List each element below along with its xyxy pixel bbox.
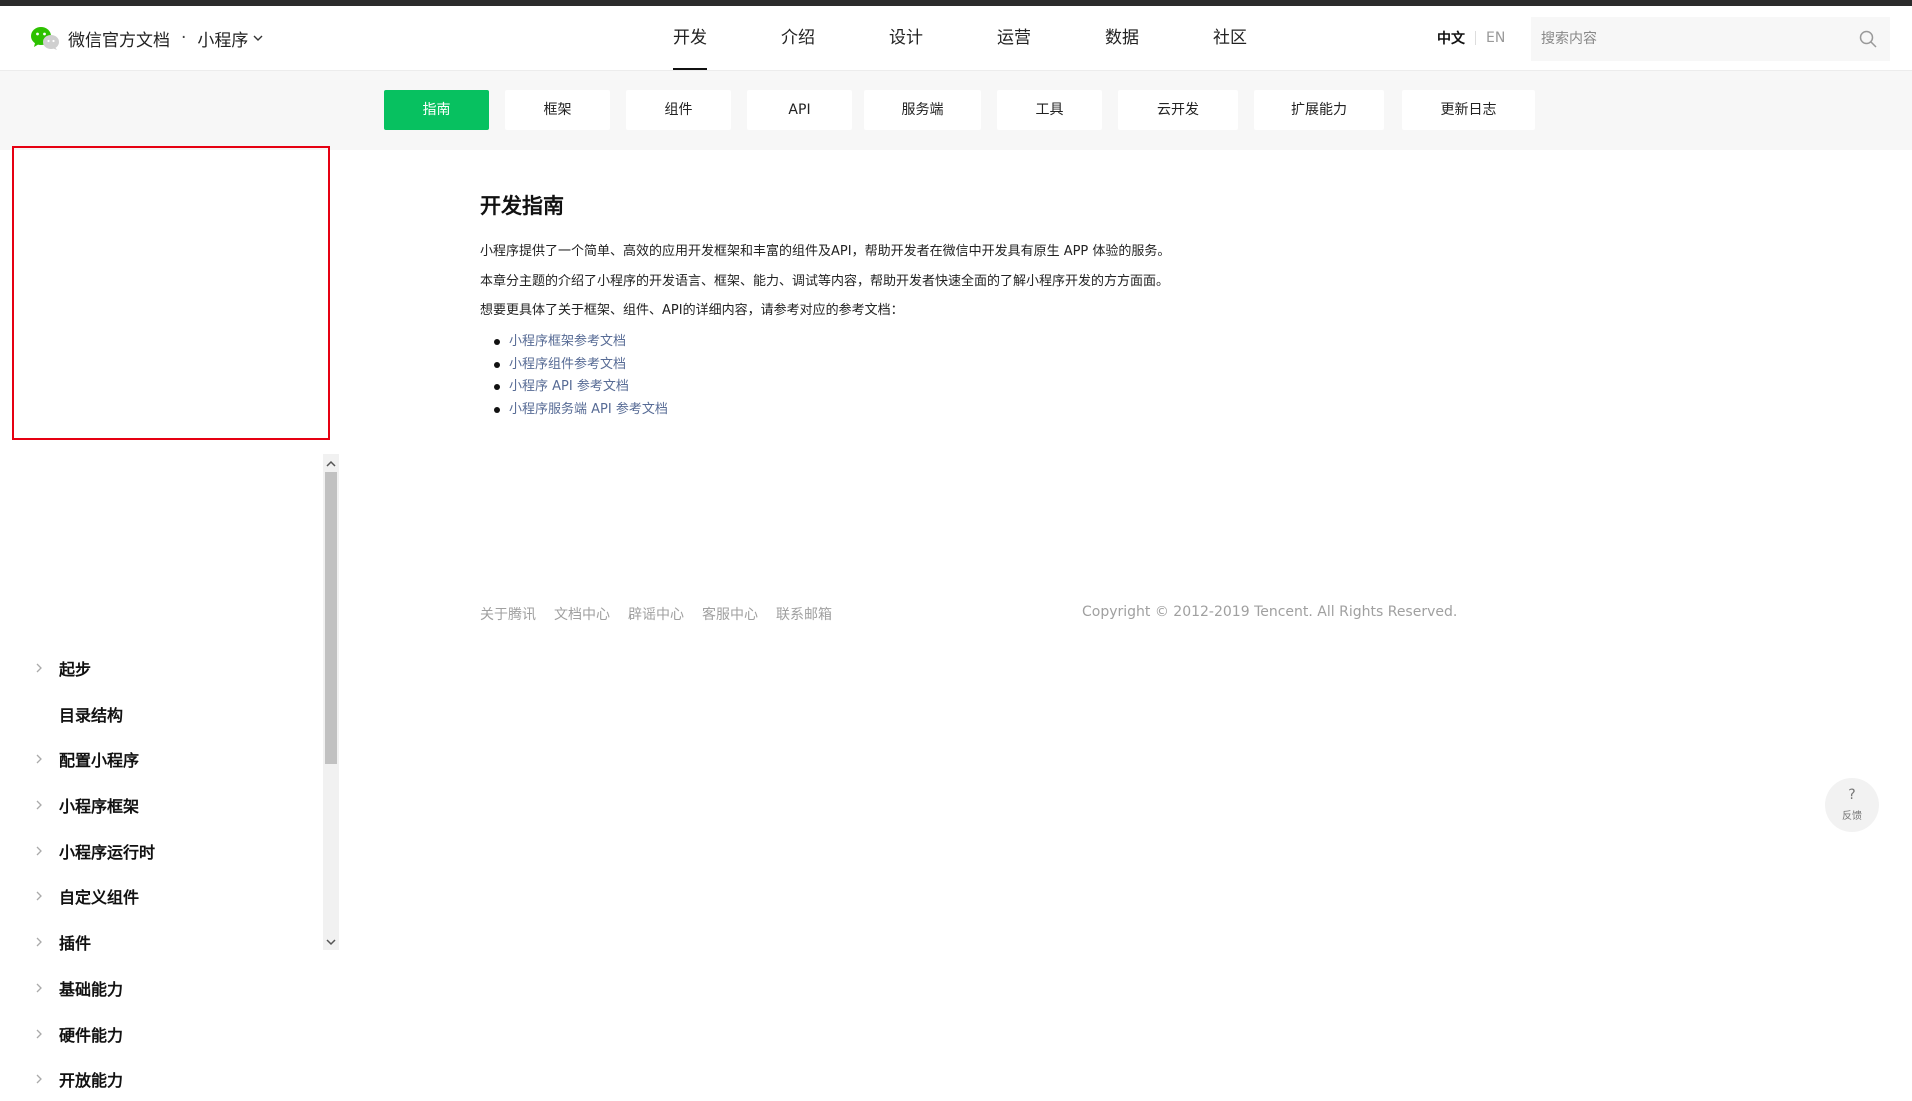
lang-en[interactable]: EN	[1486, 30, 1505, 46]
list-item: 小程序服务端 API 参考文档	[494, 399, 668, 422]
lang-divider	[1475, 31, 1476, 45]
scroll-thumb[interactable]	[325, 472, 337, 764]
footer-link-docs[interactable]: 文档中心	[554, 604, 610, 624]
link-api-docs[interactable]: 小程序 API 参考文档	[509, 379, 629, 394]
sidebar-item-label: 配置小程序	[59, 750, 140, 770]
language-switch: 中文 EN	[1437, 28, 1505, 48]
link-server-api-docs[interactable]: 小程序服务端 API 参考文档	[509, 402, 668, 417]
subnav-tools[interactable]: 工具	[997, 90, 1102, 130]
list-item: 小程序框架参考文档	[494, 331, 668, 354]
sidebar-item-label: 起步	[59, 659, 92, 679]
product-switcher[interactable]: 小程序	[197, 26, 264, 51]
subnav-extensions[interactable]: 扩展能力	[1254, 90, 1384, 130]
question-icon: ?	[1848, 787, 1856, 803]
nav-item-operation[interactable]: 运营	[997, 6, 1031, 70]
chevron-right-icon	[36, 754, 42, 764]
sidebar-item-label: 硬件能力	[59, 1025, 124, 1045]
copyright: Copyright © 2012-2019 Tencent. All Right…	[1082, 604, 1458, 620]
footer: 关于腾讯 文档中心 辟谣中心 客服中心 联系邮箱 Copyright © 201…	[480, 604, 1457, 624]
sidebar-item-framework[interactable]: 小程序框架	[0, 782, 322, 827]
footer-link-about[interactable]: 关于腾讯	[480, 604, 536, 624]
intro-paragraph-3: 想要更具体了关于框架、组件、API的详细内容，请参考对应的参考文档：	[480, 303, 904, 318]
feedback-label: 反馈	[1842, 811, 1862, 822]
reference-links: 小程序框架参考文档 小程序组件参考文档 小程序 API 参考文档 小程序服务端 …	[494, 331, 668, 421]
sidebar-item-configuration[interactable]: 配置小程序	[0, 736, 322, 781]
subnav-api[interactable]: API	[747, 90, 852, 130]
chevron-right-icon	[36, 663, 42, 673]
brand-separator: ·	[181, 28, 187, 48]
sidebar-item-label: 基础能力	[59, 979, 124, 999]
nav-item-community[interactable]: 社区	[1213, 6, 1247, 70]
nav-item-develop[interactable]: 开发	[673, 6, 707, 70]
nav-item-design[interactable]: 设计	[889, 6, 923, 70]
nav-item-data[interactable]: 数据	[1105, 6, 1139, 70]
sidebar-item-label: 小程序框架	[59, 796, 140, 816]
highlight-box	[12, 146, 330, 440]
subnav-server[interactable]: 服务端	[864, 90, 981, 130]
nav-item-intro[interactable]: 介绍	[781, 6, 815, 70]
subnav-components[interactable]: 组件	[626, 90, 731, 130]
sub-nav: 指南 框架 组件 API 服务端 工具 云开发 扩展能力 更新日志	[0, 71, 1912, 150]
footer-link-support[interactable]: 客服中心	[702, 604, 758, 624]
search-icon[interactable]	[1858, 29, 1878, 49]
chevron-right-icon	[36, 891, 42, 901]
subnav-guide[interactable]: 指南	[384, 90, 489, 130]
product-switcher-label: 小程序	[197, 30, 249, 51]
sidebar-item-label: 自定义组件	[59, 887, 140, 907]
sidebar-item-open-capabilities[interactable]: 开放能力	[0, 1056, 322, 1101]
brand-title: 微信官方文档	[68, 30, 170, 51]
footer-link-email[interactable]: 联系邮箱	[776, 604, 832, 624]
intro-paragraph-2: 本章分主题的介绍了小程序的开发语言、框架、能力、调试等内容，帮助开发者快速全面的…	[480, 274, 1170, 289]
search-box	[1531, 17, 1890, 61]
chevron-right-icon	[36, 1074, 42, 1084]
sidebar-item-plugins[interactable]: 插件	[0, 919, 322, 964]
link-component-docs[interactable]: 小程序组件参考文档	[509, 357, 626, 372]
page-title: 开发指南	[480, 194, 564, 218]
scroll-up-icon[interactable]	[323, 456, 339, 472]
subnav-changelog[interactable]: 更新日志	[1402, 90, 1535, 130]
link-framework-docs[interactable]: 小程序框架参考文档	[509, 334, 626, 349]
search-input[interactable]	[1531, 17, 1861, 61]
subnav-cloud[interactable]: 云开发	[1118, 90, 1238, 130]
chevron-down-icon	[253, 35, 263, 41]
sidebar-item-hardware[interactable]: 硬件能力	[0, 1011, 322, 1056]
sidebar-item-custom-components[interactable]: 自定义组件	[0, 873, 322, 918]
chevron-right-icon	[36, 937, 42, 947]
footer-link-rumor[interactable]: 辟谣中心	[628, 604, 684, 624]
sidebar-item-directory-structure[interactable]: 目录结构	[0, 691, 322, 736]
list-item: 小程序 API 参考文档	[494, 376, 668, 399]
intro-paragraph-1: 小程序提供了一个简单、高效的应用开发框架和丰富的组件及API，帮助开发者在微信中…	[480, 244, 1171, 259]
list-item: 小程序组件参考文档	[494, 354, 668, 377]
brand[interactable]: 微信官方文档 · 小程序	[30, 25, 264, 51]
sidebar-item-runtime[interactable]: 小程序运行时	[0, 828, 322, 873]
subnav-framework[interactable]: 框架	[505, 90, 610, 130]
top-header: 微信官方文档 · 小程序 开发 介绍 设计 运营 数据 社区 中文 EN	[0, 6, 1912, 71]
chevron-right-icon	[36, 983, 42, 993]
sidebar-item-label: 开放能力	[59, 1070, 124, 1090]
sidebar-item-label: 目录结构	[59, 705, 124, 725]
wechat-logo-icon	[31, 27, 59, 50]
sidebar-item-label: 小程序运行时	[59, 842, 156, 862]
feedback-button[interactable]: ? 反馈	[1825, 778, 1879, 832]
scroll-down-icon[interactable]	[323, 934, 339, 950]
chevron-right-icon	[36, 1029, 42, 1039]
sidebar-item-getting-started[interactable]: 起步	[0, 645, 322, 690]
sidebar-scrollbar[interactable]	[323, 454, 339, 950]
sidebar-item-basic-capabilities[interactable]: 基础能力	[0, 965, 322, 1010]
chevron-right-icon	[36, 846, 42, 856]
lang-zh[interactable]: 中文	[1437, 28, 1465, 48]
chevron-right-icon	[36, 800, 42, 810]
